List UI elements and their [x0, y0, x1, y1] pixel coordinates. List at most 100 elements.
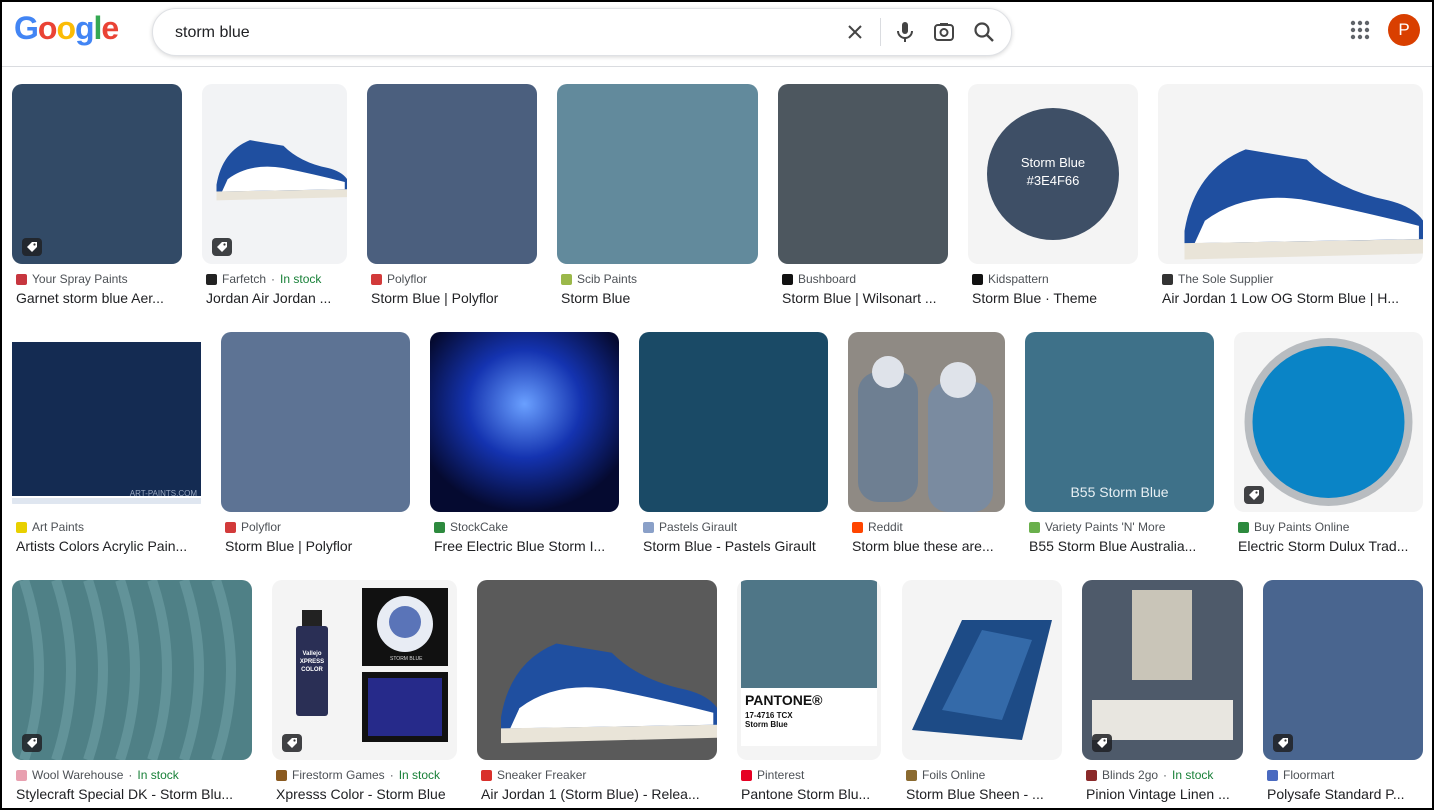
search-box[interactable]: [152, 8, 1012, 56]
result-thumbnail[interactable]: [1082, 580, 1243, 760]
search-icon[interactable]: [972, 20, 996, 44]
image-result-card[interactable]: Your Spray Paints Garnet storm blue Aer..…: [12, 84, 182, 312]
image-result-card[interactable]: Blinds 2go · In stock Pinion Vintage Linen …: [1082, 580, 1243, 808]
result-title[interactable]: Pinion Vintage Linen ...: [1086, 786, 1243, 802]
result-thumbnail[interactable]: [221, 332, 410, 512]
result-title[interactable]: Pantone Storm Blu...: [741, 786, 881, 802]
result-thumbnail[interactable]: [12, 580, 252, 760]
result-source[interactable]: Variety Paints 'N' More: [1029, 520, 1214, 534]
result-title[interactable]: Garnet storm blue Aer...: [16, 290, 182, 306]
result-title[interactable]: Jordan Air Jordan ...: [206, 290, 347, 306]
result-source[interactable]: Firestorm Games · In stock: [276, 768, 457, 782]
result-thumbnail[interactable]: [902, 580, 1062, 760]
close-icon[interactable]: [843, 20, 867, 44]
image-result-card[interactable]: Polyflor Storm Blue | Polyflor: [221, 332, 410, 560]
image-result-card[interactable]: Scib Paints Storm Blue: [557, 84, 758, 312]
result-thumbnail[interactable]: [1234, 332, 1423, 512]
result-source[interactable]: Farfetch · In stock: [206, 272, 347, 286]
result-source[interactable]: Buy Paints Online: [1238, 520, 1423, 534]
result-thumbnail[interactable]: ART-PAINTS.COM: [12, 332, 201, 512]
result-title[interactable]: Artists Colors Acrylic Pain...: [16, 538, 201, 554]
result-source[interactable]: Scib Paints: [561, 272, 758, 286]
result-title[interactable]: Storm Blue | Polyflor: [225, 538, 410, 554]
site-favicon-icon: [741, 769, 752, 781]
source-name: Buy Paints Online: [1254, 520, 1350, 534]
source-name: Wool Warehouse: [32, 768, 124, 782]
result-thumbnail[interactable]: B55 Storm Blue: [1025, 332, 1214, 512]
result-title[interactable]: Storm Blue | Polyflor: [371, 290, 537, 306]
result-thumbnail[interactable]: [557, 84, 758, 264]
image-result-card[interactable]: Floormart Polysafe Standard P...: [1263, 580, 1423, 808]
result-thumbnail[interactable]: [12, 84, 182, 264]
result-thumbnail[interactable]: Storm Blue #3E4F66: [968, 84, 1138, 264]
result-source[interactable]: Kidspattern: [972, 272, 1138, 286]
result-thumbnail[interactable]: [367, 84, 537, 264]
result-title[interactable]: Storm Blue - Pastels Girault: [643, 538, 828, 554]
image-result-card[interactable]: Pastels Girault Storm Blue - Pastels Gira…: [639, 332, 828, 560]
image-result-card[interactable]: Vallejo XPRESS COLOR STORM BLUE Firestorm…: [272, 580, 457, 808]
result-source[interactable]: Reddit: [852, 520, 1005, 534]
result-source[interactable]: Pastels Girault: [643, 520, 828, 534]
result-source[interactable]: Art Paints: [16, 520, 201, 534]
result-source[interactable]: Polyflor: [225, 520, 410, 534]
result-thumbnail[interactable]: [477, 580, 717, 760]
image-result-card[interactable]: PANTONE® 17-4716 TCX Storm Blue Pinterest…: [737, 580, 881, 808]
thumbnail-art: [12, 580, 252, 760]
result-title[interactable]: B55 Storm Blue Australia...: [1029, 538, 1214, 554]
result-thumbnail[interactable]: PANTONE® 17-4716 TCX Storm Blue: [737, 580, 881, 760]
result-thumbnail[interactable]: [202, 84, 347, 264]
google-logo[interactable]: Google: [14, 10, 119, 47]
result-source[interactable]: Sneaker Freaker: [481, 768, 717, 782]
result-title[interactable]: Storm Blue: [561, 290, 758, 306]
result-source[interactable]: Floormart: [1267, 768, 1423, 782]
result-title[interactable]: Electric Storm Dulux Trad...: [1238, 538, 1423, 554]
image-result-card[interactable]: Foils Online Storm Blue Sheen - ...: [902, 580, 1062, 808]
result-title[interactable]: Air Jordan 1 (Storm Blue) - Relea...: [481, 786, 717, 802]
image-result-card[interactable]: The Sole Supplier Air Jordan 1 Low OG Sto…: [1158, 84, 1423, 312]
source-name: Pastels Girault: [659, 520, 738, 534]
result-source[interactable]: Polyflor: [371, 272, 537, 286]
result-thumbnail[interactable]: [778, 84, 948, 264]
result-source[interactable]: Foils Online: [906, 768, 1062, 782]
result-title[interactable]: Storm Blue · Theme: [972, 290, 1138, 306]
result-source[interactable]: Blinds 2go · In stock: [1086, 768, 1243, 782]
result-source[interactable]: The Sole Supplier: [1162, 272, 1423, 286]
result-thumbnail[interactable]: [1263, 580, 1423, 760]
image-result-card[interactable]: Farfetch · In stock Jordan Air Jordan ...: [202, 84, 347, 312]
result-title[interactable]: Storm blue these are...: [852, 538, 1005, 554]
image-result-card[interactable]: ART-PAINTS.COM Art Paints Artists Colors A…: [12, 332, 201, 560]
account-avatar[interactable]: P: [1388, 14, 1420, 46]
image-result-card[interactable]: Reddit Storm blue these are...: [848, 332, 1005, 560]
result-source[interactable]: StockCake: [434, 520, 619, 534]
image-result-card[interactable]: StockCake Free Electric Blue Storm I...: [430, 332, 619, 560]
mic-icon[interactable]: [893, 20, 917, 44]
image-result-card[interactable]: Bushboard Storm Blue | Wilsonart ...: [778, 84, 948, 312]
image-result-card[interactable]: Wool Warehouse · In stock Stylecraft Specia…: [12, 580, 252, 808]
result-title[interactable]: Storm Blue Sheen - ...: [906, 786, 1062, 802]
result-title[interactable]: Polysafe Standard P...: [1267, 786, 1423, 802]
result-thumbnail[interactable]: [1158, 84, 1423, 264]
result-source[interactable]: Pinterest: [741, 768, 881, 782]
result-title[interactable]: Storm Blue | Wilsonart ...: [782, 290, 948, 306]
result-title[interactable]: Air Jordan 1 Low OG Storm Blue | H...: [1162, 290, 1423, 306]
site-favicon-icon: [16, 521, 27, 533]
result-thumbnail[interactable]: [430, 332, 619, 512]
result-source[interactable]: Your Spray Paints: [16, 272, 182, 286]
result-thumbnail[interactable]: Vallejo XPRESS COLOR STORM BLUE: [272, 580, 457, 760]
site-favicon-icon: [371, 273, 382, 285]
result-source[interactable]: Bushboard: [782, 272, 948, 286]
result-thumbnail[interactable]: [639, 332, 828, 512]
search-input[interactable]: [173, 19, 817, 47]
apps-grid-icon[interactable]: [1348, 18, 1372, 42]
image-result-card[interactable]: B55 Storm Blue Variety Paints 'N' More B55…: [1025, 332, 1214, 560]
image-result-card[interactable]: Storm Blue #3E4F66 Kidspattern Storm Blue …: [968, 84, 1138, 312]
result-thumbnail[interactable]: [848, 332, 1005, 512]
image-result-card[interactable]: Sneaker Freaker Air Jordan 1 (Storm Blue)…: [477, 580, 717, 808]
image-result-card[interactable]: Buy Paints Online Electric Storm Dulux Tr…: [1234, 332, 1423, 560]
lens-icon[interactable]: [932, 20, 956, 44]
result-source[interactable]: Wool Warehouse · In stock: [16, 768, 252, 782]
result-title[interactable]: Stylecraft Special DK - Storm Blu...: [16, 786, 252, 802]
image-result-card[interactable]: Polyflor Storm Blue | Polyflor: [367, 84, 537, 312]
result-title[interactable]: Free Electric Blue Storm I...: [434, 538, 619, 554]
result-title[interactable]: Xpresss Color - Storm Blue: [276, 786, 457, 802]
